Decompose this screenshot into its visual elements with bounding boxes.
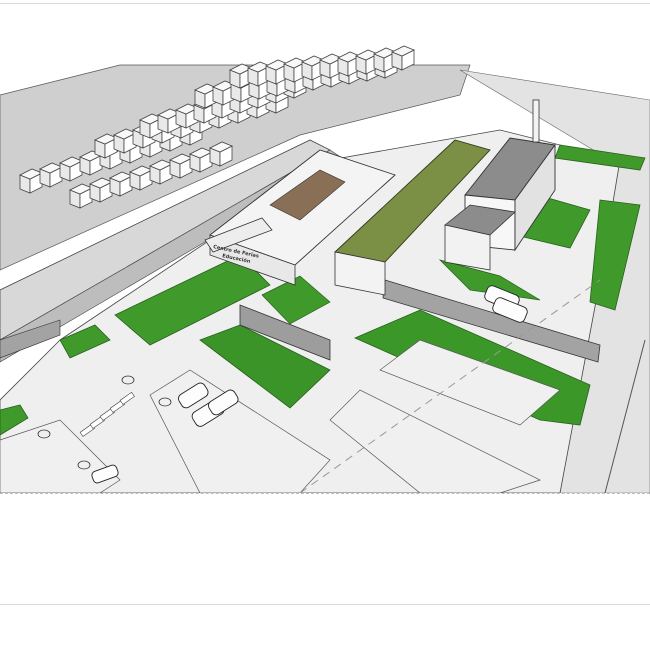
lower-dashed-guide [0, 493, 650, 494]
architectural-render: Centro de Ferias Educación [0, 40, 650, 493]
chimney [532, 99, 540, 143]
site-aerial-view: Centro de Ferias Educación [0, 45, 650, 493]
top-frame-line [0, 3, 650, 4]
bottom-frame-line [0, 604, 650, 605]
